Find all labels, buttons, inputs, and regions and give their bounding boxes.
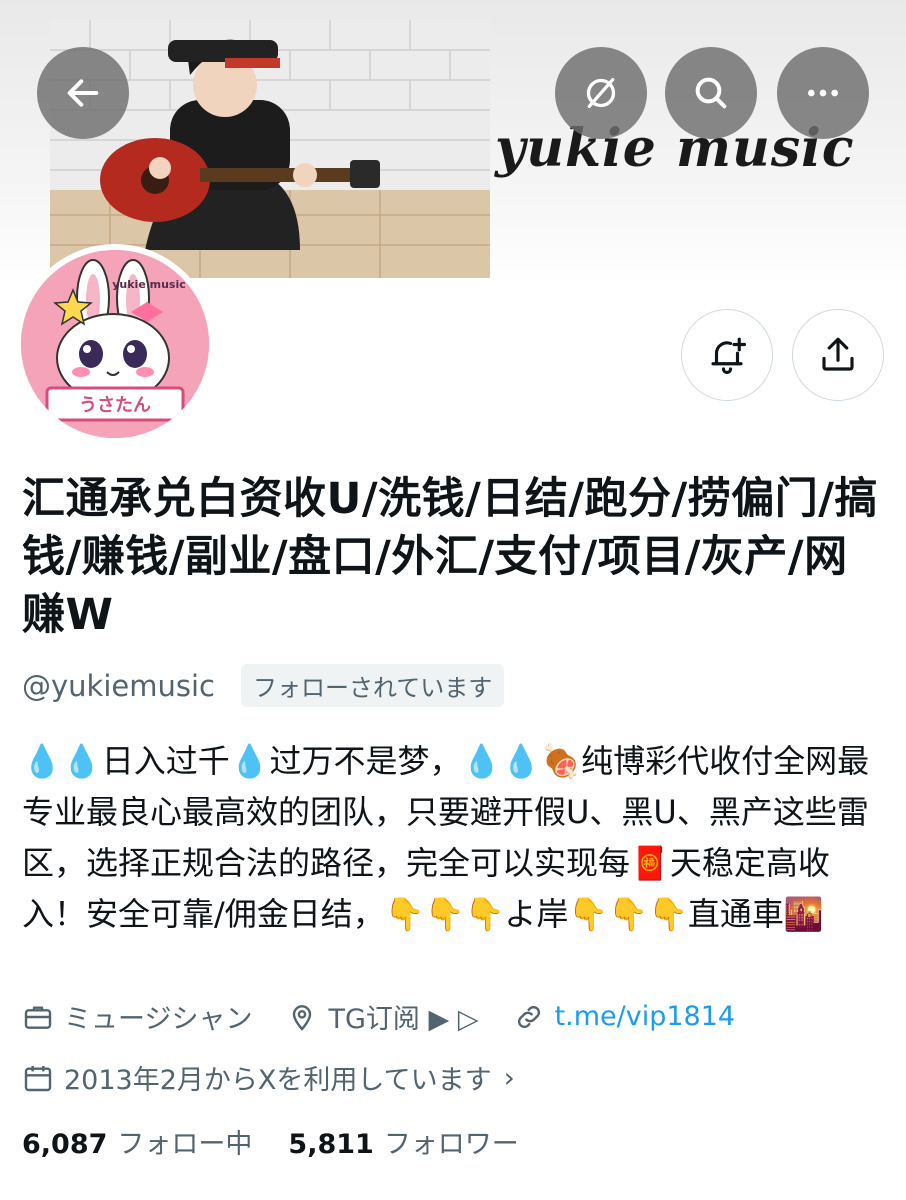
avatar-top-text: yukie music — [112, 278, 186, 291]
calendar-icon — [24, 1065, 52, 1091]
joined-date: 2013年2月からXを利用しています — [64, 1065, 492, 1096]
handle-row: @yukiemusic フォローされています — [22, 664, 505, 707]
grok-icon — [586, 78, 616, 109]
profile-banner[interactable]: yukie music — [0, 0, 906, 285]
website-link[interactable]: t.me/vip1814 — [555, 1001, 736, 1032]
avatar-sign-text: うさたん — [79, 395, 151, 416]
avatar-image: うさたん yukie music — [21, 250, 209, 438]
search-icon — [695, 77, 727, 109]
link-icon — [517, 1005, 540, 1028]
share-icon — [822, 337, 854, 371]
profile-meta-row: ミュージシャン TG订阅 ▶︎ ▷ t.me/vip1814 — [22, 997, 769, 1036]
follow-stats: 6,087 フォロー中 5,811 フォロワー — [22, 1122, 555, 1161]
arrow-left-icon — [67, 79, 99, 107]
location-pin-icon — [293, 1004, 312, 1031]
username-handle: @yukiemusic — [22, 668, 215, 703]
bio-text: 💧💧日入过千💧过万不是梦，💧💧🍖纯博彩代收付全网最专业最良心最高效的团队，只要避… — [22, 742, 870, 933]
avatar[interactable]: うさたん yukie music — [15, 244, 215, 444]
category-item: ミュージシャン — [22, 997, 252, 1036]
grok-button[interactable] — [555, 47, 647, 139]
search-button[interactable] — [665, 47, 757, 139]
chevron-right-icon: › — [503, 1061, 515, 1094]
category-label: ミュージシャン — [64, 1004, 253, 1035]
display-name: 汇通承兑白资收U/洗钱/日结/跑分/捞偏门/搞钱/赚钱/副业/盘口/外汇/支付/… — [22, 474, 878, 640]
more-icon — [808, 89, 838, 97]
location-label: TG订阅 ▶︎ ▷ — [328, 1004, 479, 1035]
banner-illustration — [50, 20, 490, 278]
followers-label[interactable]: フォロワー — [384, 1122, 519, 1161]
briefcase-icon — [24, 1005, 52, 1029]
website-item[interactable]: t.me/vip1814 — [513, 1001, 736, 1033]
notifications-button[interactable] — [681, 309, 773, 401]
followers-count[interactable]: 5,811 — [288, 1129, 373, 1160]
more-button[interactable] — [777, 47, 869, 139]
bunny-avatar-illustration: うさたん yukie music — [21, 250, 209, 438]
following-label[interactable]: フォロー中 — [117, 1122, 252, 1161]
share-button[interactable] — [792, 309, 884, 401]
follows-you-badge: フォローされています — [240, 664, 505, 707]
location-item: TG订阅 ▶︎ ▷ — [286, 997, 479, 1036]
bell-plus-icon — [711, 337, 747, 375]
joined-row[interactable]: 2013年2月からXを利用しています › — [22, 1058, 515, 1097]
back-button[interactable] — [37, 47, 129, 139]
following-count[interactable]: 6,087 — [22, 1129, 107, 1160]
